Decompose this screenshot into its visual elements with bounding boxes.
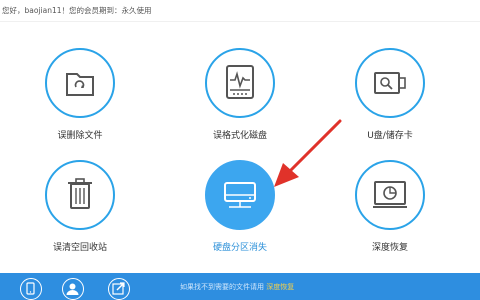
recycle-folder-icon bbox=[45, 48, 115, 118]
tile-emptied-recycle-bin[interactable]: 误清空回收站 bbox=[15, 160, 135, 280]
footer-hint: 如果找不到需要的文件请用 深度恢复 bbox=[180, 282, 294, 292]
disk-pulse-icon bbox=[205, 48, 275, 118]
tile-label: 误清空回收站 bbox=[52, 243, 107, 253]
user-icon[interactable] bbox=[62, 278, 84, 300]
tile-label: 深度恢复 bbox=[371, 243, 408, 253]
bottom-toolbar: 如果找不到需要的文件请用 深度恢复 bbox=[0, 273, 480, 300]
footer-hint-main: 如果找不到需要的文件请用 bbox=[180, 283, 264, 291]
export-icon[interactable] bbox=[108, 278, 130, 300]
tile-label: 硬盘分区消失 bbox=[212, 243, 267, 253]
trash-bin-icon bbox=[45, 160, 115, 230]
hard-drive-icon bbox=[205, 160, 275, 230]
tile-label: 误删除文件 bbox=[57, 131, 103, 141]
phone-icon[interactable] bbox=[20, 278, 42, 300]
monitor-scan-icon bbox=[355, 160, 425, 230]
greeting-text: 您好，baojian11！您的会员期到：永久使用 bbox=[2, 6, 152, 15]
red-arrow-icon bbox=[274, 119, 342, 187]
top-bar: 您好，baojian11！您的会员期到：永久使用 bbox=[0, 0, 480, 22]
usb-search-icon bbox=[355, 48, 425, 118]
footer-hint-highlight[interactable]: 深度恢复 bbox=[266, 283, 294, 291]
tile-deleted-files[interactable]: 误删除文件 bbox=[15, 48, 135, 168]
